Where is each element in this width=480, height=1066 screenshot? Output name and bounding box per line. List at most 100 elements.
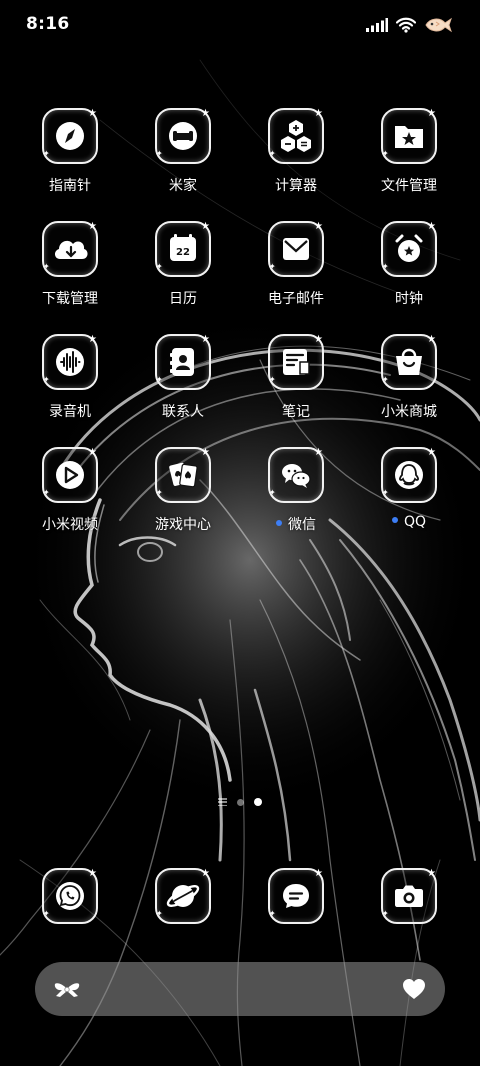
sparkle-icon: ★: [314, 868, 323, 879]
dock-app-browser[interactable]: ★ ✦: [128, 868, 238, 968]
app-label: 时钟: [395, 291, 423, 307]
sparkle-icon: ✦: [382, 488, 389, 497]
page-dot-active[interactable]: [254, 798, 262, 806]
heart-icon[interactable]: [401, 976, 427, 1002]
signal-icon: [366, 18, 388, 32]
app-recorder[interactable]: ★ ✦ 录音机: [15, 334, 125, 434]
bow-icon[interactable]: [53, 976, 81, 1002]
sparkle-icon: ✦: [382, 909, 389, 918]
dock-app-camera[interactable]: ★ ✦: [354, 868, 464, 968]
app-tile[interactable]: ★ ✦: [268, 221, 324, 277]
app-email[interactable]: ★ ✦ 电子邮件: [241, 221, 351, 321]
sparkle-icon: ★: [88, 221, 97, 232]
app-tile[interactable]: ★ ✦: [381, 334, 437, 390]
app-game-center[interactable]: ★ ✦ 游戏中心: [128, 447, 238, 547]
sparkle-icon: ★: [314, 447, 323, 458]
sparkle-icon: ✦: [156, 149, 163, 158]
app-download-manager[interactable]: ★ ✦ 下载管理: [15, 221, 125, 321]
app-tile[interactable]: ★ ✦: [268, 334, 324, 390]
sparkle-icon: ★: [427, 221, 436, 232]
fish-icon: [425, 17, 452, 33]
app-label-text: QQ: [403, 514, 427, 530]
app-tile[interactable]: ★ ✦: [42, 868, 98, 924]
app-label: 笔记: [282, 404, 310, 420]
sparkle-icon: ★: [314, 221, 323, 232]
app-label: 日历: [169, 291, 197, 307]
sparkle-icon: ✦: [269, 262, 276, 271]
sparkle-icon: ✦: [382, 262, 389, 271]
app-label: 下载管理: [42, 291, 98, 307]
sparkle-icon: ★: [88, 447, 97, 458]
app-tile[interactable]: ★ ✦: [268, 868, 324, 924]
app-notes[interactable]: ★ ✦ 笔记: [241, 334, 351, 434]
app-tile[interactable]: ★ ✦: [155, 334, 211, 390]
page-dot[interactable]: [237, 798, 244, 806]
sparkle-icon: ★: [427, 447, 436, 458]
sparkle-icon: ★: [201, 868, 210, 879]
home-screen: 8:16 ★ ✦ 指南针 ★ ✦ 米家 ★ ✦ 计算器 ★ ✦ 文件管理 ★ ✦…: [0, 0, 480, 1066]
app-wechat[interactable]: ★ ✦ 微信: [241, 447, 351, 547]
calendar-date: 22: [176, 247, 190, 258]
app-mi-video[interactable]: ★ ✦ 小米视频: [15, 447, 125, 547]
app-label-text: 微信: [288, 517, 316, 533]
sparkle-icon: ★: [201, 221, 210, 232]
app-mi-store[interactable]: ★ ✦ 小米商城: [354, 334, 464, 434]
app-label: 小米视频: [42, 517, 98, 533]
sparkle-icon: ✦: [156, 375, 163, 384]
dock-app-whatsapp[interactable]: ★ ✦: [15, 868, 125, 968]
app-mijia[interactable]: ★ ✦ 米家: [128, 108, 238, 208]
app-tile[interactable]: ★ ✦: [155, 108, 211, 164]
status-icons: [366, 14, 452, 36]
app-tile[interactable]: 22 ★ ✦: [155, 221, 211, 277]
app-label: 指南针: [49, 178, 91, 194]
new-notification-dot: [276, 520, 282, 526]
app-label: 录音机: [49, 404, 91, 420]
sparkle-icon: ★: [201, 334, 210, 345]
sparkle-icon: ✦: [156, 262, 163, 271]
sparkle-icon: ★: [88, 868, 97, 879]
sparkle-icon: ★: [88, 108, 97, 119]
sparkle-icon: ★: [427, 334, 436, 345]
app-tile[interactable]: ★ ✦: [381, 868, 437, 924]
app-calendar[interactable]: 22 ★ ✦ 日历: [128, 221, 238, 321]
app-label: 计算器: [275, 178, 317, 194]
sparkle-icon: ★: [314, 108, 323, 119]
app-clock[interactable]: ★ ✦ 时钟: [354, 221, 464, 321]
app-tile[interactable]: ★ ✦: [42, 221, 98, 277]
sparkle-icon: ✦: [269, 488, 276, 497]
app-label: 游戏中心: [155, 517, 211, 533]
app-calculator[interactable]: ★ ✦ 计算器: [241, 108, 351, 208]
app-tile[interactable]: ★ ✦: [381, 108, 437, 164]
sparkle-icon: ✦: [43, 262, 50, 271]
app-label: QQ: [354, 514, 464, 530]
app-compass[interactable]: ★ ✦ 指南针: [15, 108, 125, 208]
page-indicator[interactable]: [0, 796, 480, 808]
sparkle-icon: ★: [427, 868, 436, 879]
app-tile[interactable]: ★ ✦: [42, 334, 98, 390]
sparkle-icon: ✦: [43, 909, 50, 918]
search-bar[interactable]: [35, 962, 445, 1016]
dock-app-messages[interactable]: ★ ✦: [241, 868, 351, 968]
sparkle-icon: ✦: [43, 375, 50, 384]
app-tile[interactable]: ★ ✦: [42, 447, 98, 503]
app-tile[interactable]: ★ ✦: [155, 868, 211, 924]
sparkle-icon: ★: [201, 447, 210, 458]
app-tile[interactable]: ★ ✦: [268, 447, 324, 503]
app-tile[interactable]: ★ ✦: [268, 108, 324, 164]
app-contacts[interactable]: ★ ✦ 联系人: [128, 334, 238, 434]
app-tile[interactable]: ★ ✦: [155, 447, 211, 503]
new-notification-dot: [391, 517, 398, 523]
sparkle-icon: ✦: [382, 375, 389, 384]
app-qq[interactable]: ★ ✦ QQ: [354, 447, 464, 547]
sparkle-icon: ★: [427, 108, 436, 119]
sparkle-icon: ✦: [43, 149, 50, 158]
app-file-manager[interactable]: ★ ✦ 文件管理: [354, 108, 464, 208]
app-label: 微信: [241, 514, 351, 534]
sparkle-icon: ✦: [382, 149, 389, 158]
app-tile[interactable]: ★ ✦: [381, 447, 437, 503]
sparkle-icon: ★: [201, 108, 210, 119]
app-tile[interactable]: ★ ✦: [42, 108, 98, 164]
app-tile[interactable]: ★ ✦: [381, 221, 437, 277]
sparkle-icon: ✦: [43, 488, 50, 497]
status-bar: 8:16: [0, 0, 480, 50]
